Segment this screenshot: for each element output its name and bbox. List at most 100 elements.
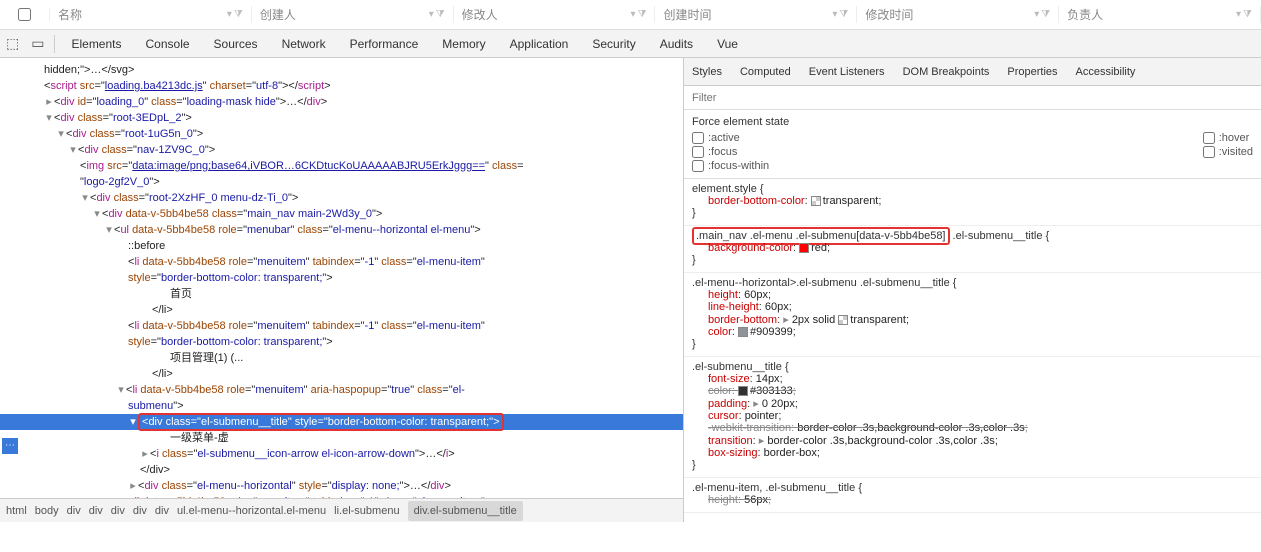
tree-line[interactable]: ▸<i class="el-submenu__icon-arrow el-ico… <box>0 446 683 462</box>
select-all-cell[interactable] <box>0 8 50 21</box>
inspect-element-icon[interactable]: ⬚ <box>0 35 25 52</box>
rule-main-nav[interactable]: .main_nav .el-menu .el-submenu[data-v-5b… <box>684 226 1261 273</box>
select-all-checkbox[interactable] <box>18 8 31 21</box>
tree-line[interactable]: "logo-2gf2V_0"> <box>0 174 683 190</box>
tab-sources[interactable]: Sources <box>202 30 270 58</box>
funnel-icon[interactable]: ⧩ <box>638 9 647 20</box>
tree-line[interactable]: <li data-v-5bb4be58 role="menuitem" tabi… <box>0 318 683 334</box>
col-filters[interactable]: ▾⧩ <box>1236 9 1252 20</box>
filter-icon[interactable]: ▾ <box>1236 9 1241 20</box>
rule-menu-item[interactable]: .el-menu-item, .el-submenu__title { heig… <box>684 478 1261 513</box>
tab-audits[interactable]: Audits <box>648 30 705 58</box>
col-creator[interactable]: 创建人 ▾⧩ <box>252 6 454 23</box>
col-filters[interactable]: ▾⧩ <box>832 9 848 20</box>
tree-line[interactable]: ▾<div class="nav-1ZV9C_0"> <box>0 142 683 158</box>
color-swatch-icon[interactable] <box>738 386 748 396</box>
rule-horizontal-submenu[interactable]: .el-menu--horizontal>.el-submenu .el-sub… <box>684 273 1261 357</box>
state-visited[interactable]: :visited <box>1203 146 1253 158</box>
funnel-icon[interactable]: ⧩ <box>436 9 445 20</box>
tab-memory[interactable]: Memory <box>430 30 497 58</box>
tree-line[interactable]: </li> <box>0 366 683 382</box>
tree-line[interactable]: ▾<div data-v-5bb4be58 class="main_nav ma… <box>0 206 683 222</box>
tab-network[interactable]: Network <box>270 30 338 58</box>
crumb-html[interactable]: html <box>6 503 27 519</box>
crumb-div[interactable]: div <box>111 503 125 519</box>
tab-performance[interactable]: Performance <box>338 30 431 58</box>
state-focus-within[interactable]: :focus-within <box>692 160 769 172</box>
tab-security[interactable]: Security <box>580 30 647 58</box>
tree-line[interactable]: ▾<ul data-v-5bb4be58 role="menubar" clas… <box>0 222 683 238</box>
rtab-event-listeners[interactable]: Event Listeners <box>809 66 885 78</box>
expander-icon[interactable]: ▸ <box>44 94 54 110</box>
tree-line[interactable]: <script src="loading.ba4213dc.js" charse… <box>0 78 683 94</box>
expander-icon[interactable]: ▾ <box>44 110 54 126</box>
tree-line[interactable]: ▾<div class="root-2XzHF_0 menu-dz-Ti_0"> <box>0 190 683 206</box>
tab-application[interactable]: Application <box>498 30 581 58</box>
tree-line[interactable]: </li> <box>0 302 683 318</box>
tree-line[interactable]: ▾<li data-v-5bb4be58 role="menuitem" ari… <box>0 382 683 398</box>
expander-icon[interactable]: ▾ <box>92 206 102 222</box>
color-swatch-icon[interactable] <box>738 327 748 337</box>
color-swatch-icon[interactable] <box>838 315 848 325</box>
tree-line[interactable]: <img src="data:image/png;base64,iVBOR…6C… <box>0 158 683 174</box>
col-filters[interactable]: ▾⧩ <box>227 9 243 20</box>
funnel-icon[interactable]: ⧩ <box>1041 9 1050 20</box>
crumb-div[interactable]: div <box>89 503 103 519</box>
funnel-icon[interactable]: ⧩ <box>839 9 848 20</box>
expander-icon[interactable]: ▾ <box>104 222 114 238</box>
filter-icon[interactable]: ▾ <box>429 9 434 20</box>
state-focus-within-checkbox[interactable] <box>692 160 704 172</box>
expander-icon[interactable]: ▸ <box>128 478 138 494</box>
styles-rules[interactable]: element.style { border-bottom-color: tra… <box>684 179 1261 522</box>
col-filters[interactable]: ▾⧩ <box>429 9 445 20</box>
tree-text[interactable]: 首页 <box>0 286 683 302</box>
tree-line[interactable]: ▸<div id="loading_0" class="loading-mask… <box>0 94 683 110</box>
state-active[interactable]: :active <box>692 132 769 144</box>
filter-icon[interactable]: ▾ <box>227 9 232 20</box>
tab-vue[interactable]: Vue <box>705 30 750 58</box>
rtab-computed[interactable]: Computed <box>740 66 791 78</box>
rule-element-style[interactable]: element.style { border-bottom-color: tra… <box>684 179 1261 226</box>
crumb-selected[interactable]: div.el-submenu__title <box>408 501 523 521</box>
breadcrumb[interactable]: html body div div div div div ul.el-menu… <box>0 498 683 522</box>
crumb-div[interactable]: div <box>133 503 147 519</box>
tree-text[interactable]: 一级菜单-虚 <box>0 430 683 446</box>
col-owner[interactable]: 负责人 ▾⧩ <box>1059 6 1261 23</box>
state-hover-checkbox[interactable] <box>1203 132 1215 144</box>
selected-dom-node[interactable]: ▾<div class="el-submenu__title" style="b… <box>0 414 683 430</box>
tree-line[interactable]: </div> <box>0 462 683 478</box>
crumb-ul[interactable]: ul.el-menu--horizontal.el-menu <box>177 503 326 519</box>
filter-icon[interactable]: ▾ <box>1034 9 1039 20</box>
tree-text[interactable]: 项目管理(1) (... <box>0 350 683 366</box>
tree-line[interactable]: hidden;">…</svg> <box>0 62 683 78</box>
funnel-icon[interactable]: ⧩ <box>234 9 243 20</box>
expander-icon[interactable]: ▸ <box>140 446 150 462</box>
state-focus-checkbox[interactable] <box>692 146 704 158</box>
state-focus[interactable]: :focus <box>692 146 769 158</box>
color-swatch-icon[interactable] <box>811 196 821 206</box>
tab-elements[interactable]: Elements <box>59 30 133 58</box>
tab-console[interactable]: Console <box>134 30 202 58</box>
col-name[interactable]: 名称 ▾⧩ <box>50 6 252 23</box>
toggle-device-icon[interactable]: ▭ <box>25 35 50 52</box>
state-active-checkbox[interactable] <box>692 132 704 144</box>
col-filters[interactable]: ▾⧩ <box>631 9 647 20</box>
expander-icon[interactable]: ▾ <box>80 190 90 206</box>
tree-line[interactable]: ::before <box>0 238 683 254</box>
tree-line[interactable]: style="border-bottom-color: transparent;… <box>0 270 683 286</box>
color-swatch-icon[interactable] <box>799 243 809 253</box>
crumb-div[interactable]: div <box>155 503 169 519</box>
dom-tree[interactable]: hidden;">…</svg> <script src="loading.ba… <box>0 58 683 522</box>
col-created-time[interactable]: 创建时间 ▾⧩ <box>655 6 857 23</box>
rtab-properties[interactable]: Properties <box>1007 66 1057 78</box>
rtab-dom-breakpoints[interactable]: DOM Breakpoints <box>903 66 990 78</box>
tree-line[interactable]: <li data-v-5bb4be58 role="menuitem" tabi… <box>0 254 683 270</box>
filter-icon[interactable]: ▾ <box>832 9 837 20</box>
state-hover[interactable]: :hover <box>1203 132 1253 144</box>
tree-line[interactable]: ▾<div class="root-3EDpL_2"> <box>0 110 683 126</box>
state-visited-checkbox[interactable] <box>1203 146 1215 158</box>
crumb-body[interactable]: body <box>35 503 59 519</box>
tree-line[interactable]: style="border-bottom-color: transparent;… <box>0 334 683 350</box>
expander-icon[interactable]: ▾ <box>116 382 126 398</box>
elements-panel[interactable]: hidden;">…</svg> <script src="loading.ba… <box>0 58 684 522</box>
